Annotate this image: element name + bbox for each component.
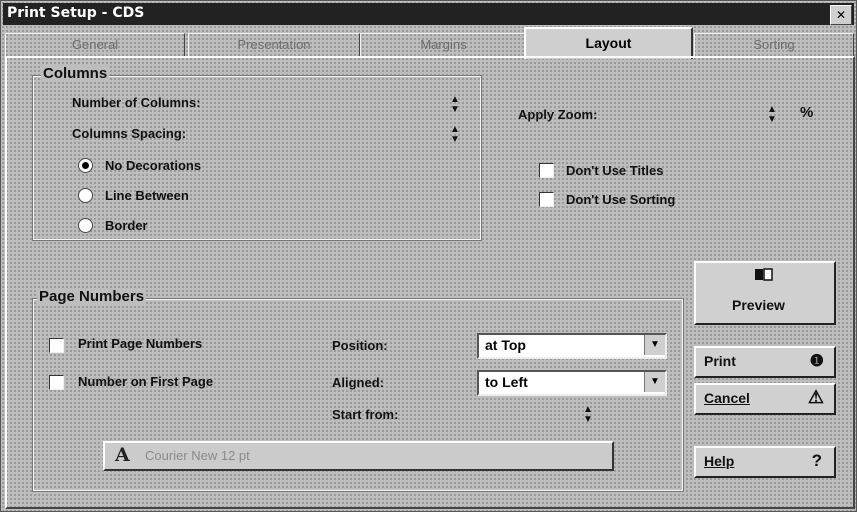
print-page-numbers-label: Print Page Numbers bbox=[78, 336, 203, 351]
number-on-first-page-checkbox[interactable] bbox=[49, 375, 64, 390]
printer-icon: ❶ bbox=[809, 353, 824, 370]
zoom-percent-unit: % bbox=[800, 104, 814, 121]
help-button[interactable]: Help ? bbox=[694, 446, 836, 478]
columns-count-spinner[interactable]: ▲ ▼ bbox=[449, 95, 461, 115]
position-value: at Top bbox=[485, 337, 526, 353]
position-label: Position: bbox=[332, 338, 388, 353]
radio-no-decorations[interactable] bbox=[78, 158, 93, 173]
aligned-label: Aligned: bbox=[332, 375, 384, 390]
columns-spacing-spinner[interactable]: ▲ ▼ bbox=[449, 125, 461, 145]
dont-use-sorting-label: Don't Use Sorting bbox=[566, 192, 676, 207]
book-preview-icon bbox=[754, 268, 774, 282]
position-select[interactable]: at Top ▼ bbox=[477, 333, 667, 359]
radio-border[interactable] bbox=[78, 218, 93, 233]
tab-presentation[interactable]: Presentation bbox=[188, 33, 360, 56]
dont-use-titles-checkbox[interactable] bbox=[539, 163, 554, 178]
warning-icon: ⚠ bbox=[807, 387, 824, 407]
dropdown-arrow-icon[interactable]: ▼ bbox=[644, 335, 665, 355]
close-icon: ✕ bbox=[835, 8, 847, 22]
tab-layout[interactable]: Layout bbox=[524, 27, 693, 59]
dont-use-titles-label: Don't Use Titles bbox=[566, 163, 664, 178]
question-icon: ? bbox=[811, 451, 822, 470]
dropdown-arrow-icon[interactable]: ▼ bbox=[644, 372, 665, 392]
number-of-columns-label: Number of Columns: bbox=[72, 95, 201, 110]
window-title: Print Setup - CDS bbox=[7, 5, 145, 21]
radio-no-decorations-label: No Decorations bbox=[105, 158, 202, 173]
print-setup-dialog: Print Setup - CDS ✕ General Presentation… bbox=[0, 0, 857, 512]
font-name-label: Courier New 12 pt bbox=[145, 448, 250, 463]
tab-strip: General Presentation Margins Layout Sort… bbox=[5, 27, 854, 59]
preview-label: Preview bbox=[732, 297, 785, 313]
cancel-button[interactable]: Cancel ⚠ bbox=[694, 383, 836, 415]
tab-general[interactable]: General bbox=[5, 33, 185, 56]
start-from-label: Start from: bbox=[332, 407, 399, 422]
apply-zoom-label: Apply Zoom: bbox=[518, 107, 598, 122]
font-icon: A bbox=[115, 444, 130, 466]
print-button[interactable]: Print ❶ bbox=[694, 346, 836, 378]
radio-line-between[interactable] bbox=[78, 188, 93, 203]
aligned-select[interactable]: to Left ▼ bbox=[477, 370, 667, 396]
start-from-spinner[interactable]: ▲ ▼ bbox=[582, 405, 594, 425]
columns-group-title: Columns bbox=[41, 65, 110, 82]
tab-sorting[interactable]: Sorting bbox=[694, 33, 854, 56]
close-button[interactable]: ✕ bbox=[830, 5, 852, 25]
aligned-value: to Left bbox=[485, 374, 528, 390]
radio-line-between-label: Line Between bbox=[105, 188, 189, 203]
columns-spacing-label: Columns Spacing: bbox=[72, 126, 187, 141]
help-label: Help bbox=[704, 453, 735, 469]
zoom-spinner[interactable]: ▲ ▼ bbox=[766, 105, 778, 125]
dont-use-sorting-checkbox[interactable] bbox=[539, 192, 554, 207]
page-numbers-group-title: Page Numbers bbox=[37, 288, 147, 305]
font-select-button[interactable]: A Courier New 12 pt bbox=[103, 441, 614, 471]
number-on-first-page-label: Number on First Page bbox=[78, 374, 214, 389]
tab-margins[interactable]: Margins bbox=[360, 33, 527, 56]
title-bar: Print Setup - CDS ✕ bbox=[3, 3, 854, 25]
cancel-label: Cancel bbox=[704, 390, 750, 406]
print-page-numbers-checkbox[interactable] bbox=[49, 338, 64, 353]
preview-button[interactable]: Preview bbox=[694, 261, 836, 325]
print-label: Print bbox=[704, 353, 736, 369]
radio-border-label: Border bbox=[105, 218, 148, 233]
